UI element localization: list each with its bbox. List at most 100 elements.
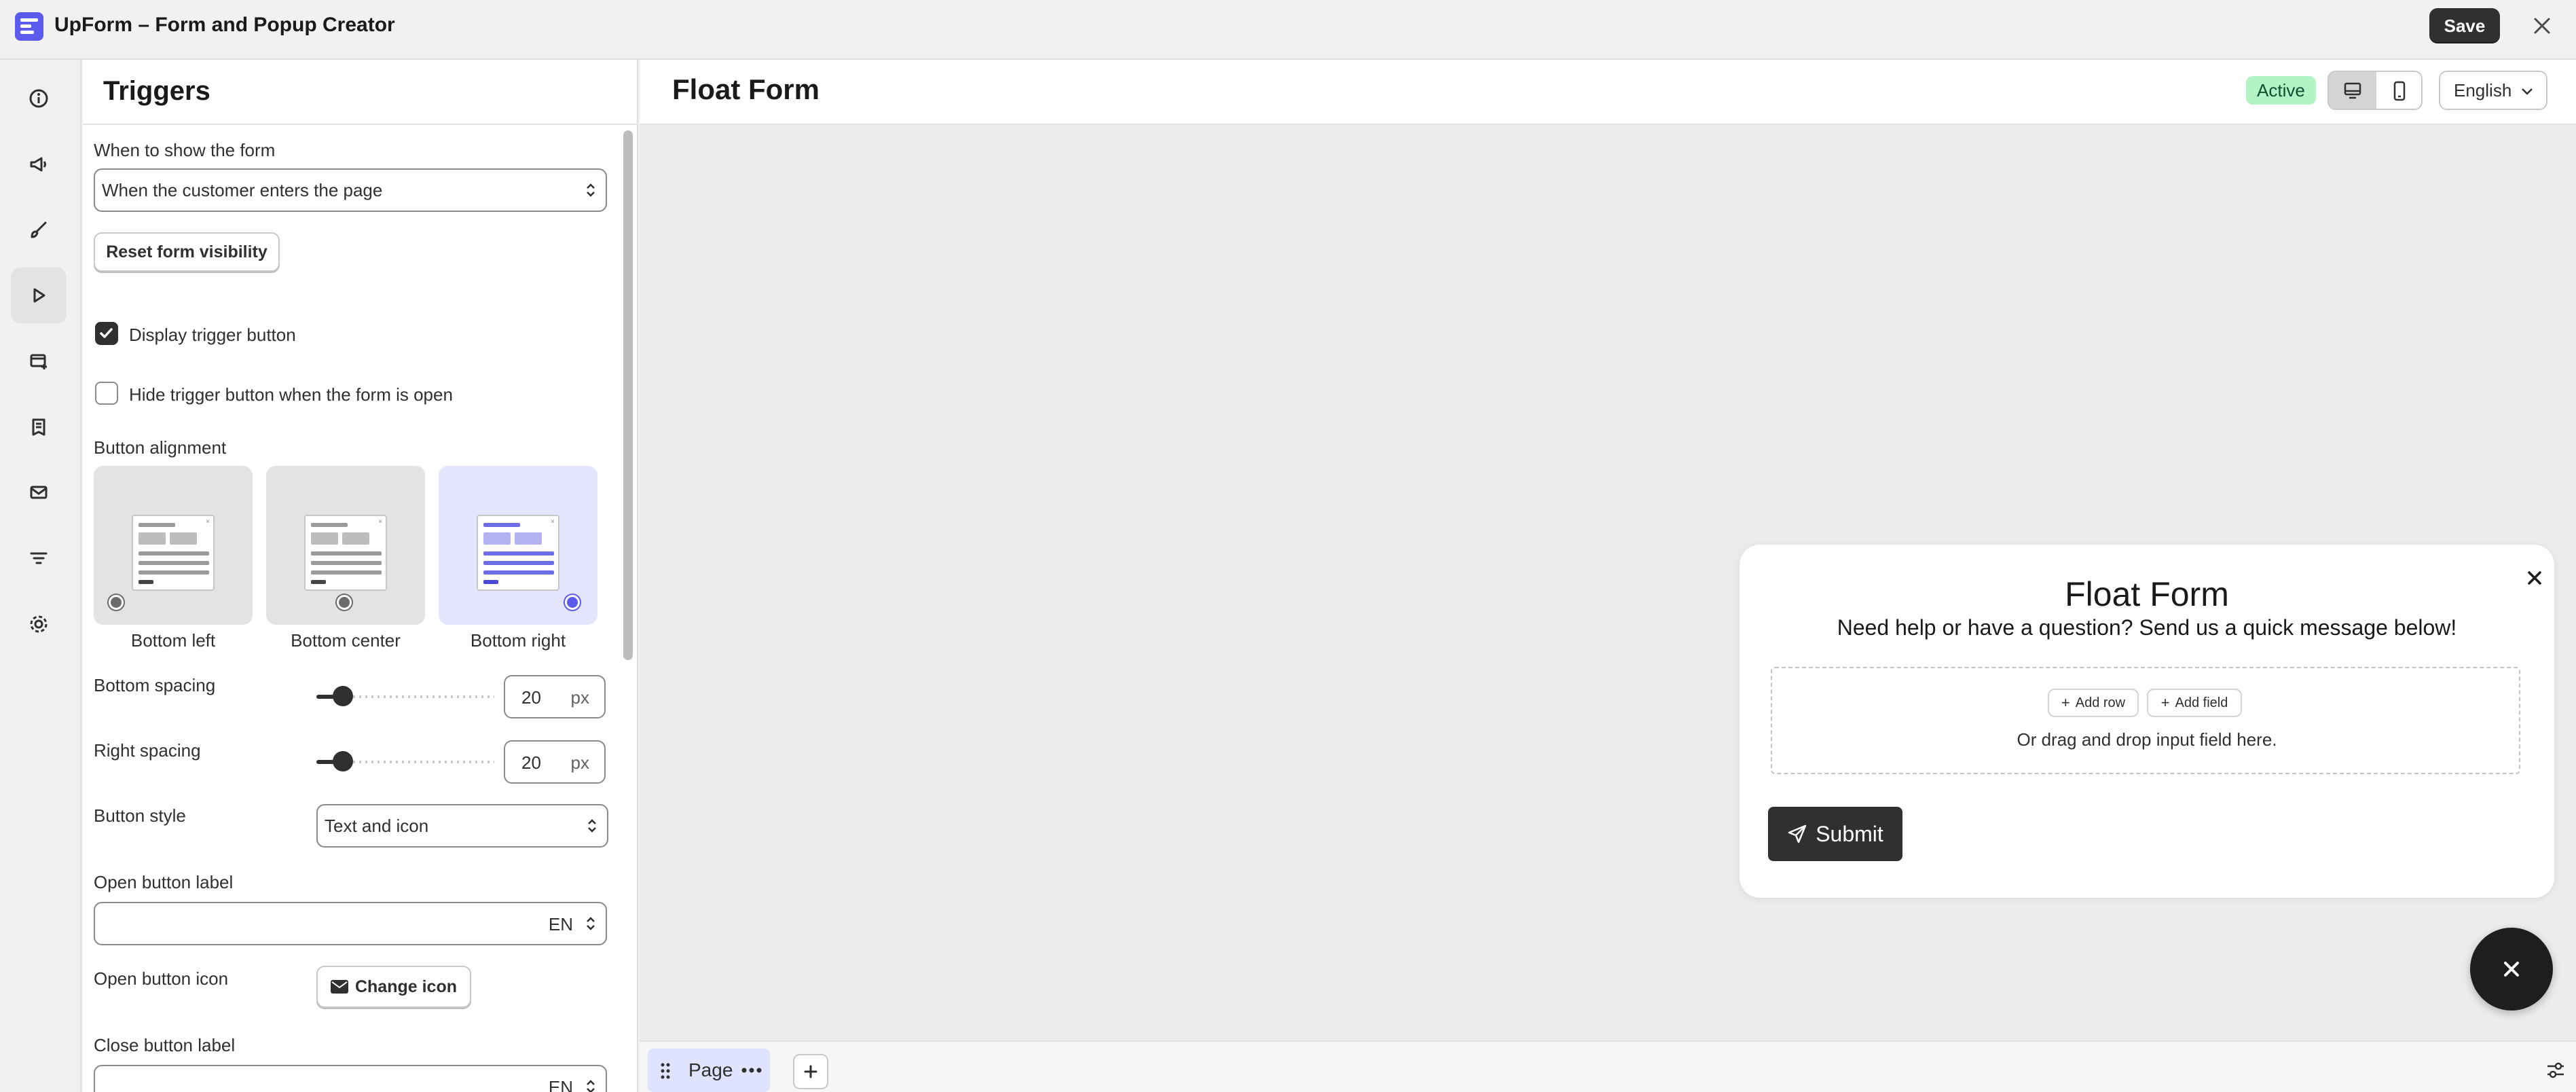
mobile-icon[interactable] <box>2376 72 2421 109</box>
button-style-label: Button style <box>94 805 186 826</box>
trigger-dot-icon <box>109 595 124 610</box>
desktop-icon[interactable] <box>2329 72 2376 109</box>
close-label-lang: EN <box>548 1077 573 1092</box>
canvas-header: Float Form Active English <box>640 60 2576 125</box>
save-button[interactable]: Save <box>2429 8 2500 43</box>
open-icon-label: Open button icon <box>94 968 229 989</box>
page-bar: Page <box>640 1040 2576 1092</box>
align-bottom-right-label: Bottom right <box>470 630 566 651</box>
align-bottom-right-card[interactable]: × <box>439 466 597 625</box>
add-field-button[interactable]: + Add field <box>2147 689 2242 717</box>
change-icon-button[interactable]: Change icon <box>316 966 471 1008</box>
align-bottom-center-card[interactable]: × <box>266 466 425 625</box>
mail-icon[interactable] <box>11 465 67 520</box>
align-bottom-center-label: Bottom center <box>291 630 401 651</box>
panel-header: Triggers <box>83 60 637 125</box>
float-form-subtitle: Need help or have a question? Send us a … <box>1837 615 2457 640</box>
language-select[interactable]: English <box>2439 71 2547 110</box>
align-bottom-left-card[interactable]: × <box>94 466 253 625</box>
display-trigger-label: Display trigger button <box>129 325 296 345</box>
app-logo-icon <box>15 12 43 41</box>
trigger-dot-icon <box>337 595 352 610</box>
preview-canvas: Float Form Active English Float Form Nee… <box>640 60 2576 1092</box>
plus-icon: + <box>2061 694 2070 711</box>
send-icon <box>1788 824 1807 843</box>
page-tab-label: Page <box>688 1059 733 1080</box>
trigger-fab-button[interactable] <box>2470 928 2553 1011</box>
display-trigger-checkbox[interactable] <box>95 322 118 345</box>
select-chevron-icon <box>588 819 596 833</box>
bottom-spacing-value: 20 <box>521 687 541 708</box>
plus-icon: + <box>2160 694 2170 711</box>
megaphone-icon[interactable] <box>11 136 67 192</box>
brush-icon[interactable] <box>11 202 67 258</box>
open-label-label: Open button label <box>94 872 234 892</box>
gear-icon[interactable] <box>11 596 67 652</box>
language-value: English <box>2454 79 2512 101</box>
when-label: When to show the form <box>94 140 276 160</box>
icon-rail <box>0 60 81 1092</box>
right-spacing-label: Right spacing <box>94 740 201 761</box>
play-icon[interactable] <box>11 268 67 323</box>
trigger-dot-icon <box>565 595 580 610</box>
more-icon[interactable] <box>741 1068 762 1073</box>
bottom-spacing-label: Bottom spacing <box>94 675 216 695</box>
unit-label: px <box>570 752 589 773</box>
field-drop-zone[interactable]: + Add row + Add field Or drag and drop i… <box>1771 667 2520 774</box>
open-label-input[interactable]: EN <box>94 902 607 945</box>
select-chevron-icon <box>587 917 595 930</box>
panel-title: Triggers <box>103 76 210 106</box>
plus-icon <box>804 1065 817 1078</box>
when-select[interactable]: When the customer enters the page <box>94 168 607 212</box>
device-toggle <box>2327 71 2423 110</box>
align-bottom-left-label: Bottom left <box>130 630 216 651</box>
submit-label: Submit <box>1816 821 1883 846</box>
add-field-label: Add field <box>2175 695 2228 710</box>
add-page-button[interactable] <box>793 1054 828 1089</box>
hide-trigger-checkbox[interactable] <box>95 382 118 405</box>
drop-hint: Or drag and drop input field here. <box>2017 729 2277 750</box>
hide-trigger-label: Hide trigger button when the form is ope… <box>129 384 453 405</box>
add-row-button[interactable]: + Add row <box>2048 689 2139 717</box>
page-tab[interactable]: Page <box>648 1049 770 1092</box>
sliders-icon[interactable] <box>2541 1055 2571 1085</box>
triggers-panel: Triggers When to show the form When the … <box>83 60 638 1092</box>
open-label-lang: EN <box>548 914 573 934</box>
select-chevron-icon <box>587 183 595 197</box>
close-label-label: Close button label <box>94 1035 236 1055</box>
top-bar: UpForm – Form and Popup Creator Save <box>0 0 2576 60</box>
right-spacing-thumb[interactable] <box>333 751 353 771</box>
form-title: Float Form <box>672 73 820 105</box>
bottom-spacing-thumb[interactable] <box>333 686 353 706</box>
check-icon <box>100 328 113 338</box>
button-style-value: Text and icon <box>325 815 429 836</box>
receipt-icon[interactable] <box>11 399 67 455</box>
envelope-icon <box>330 980 348 994</box>
forms-icon[interactable] <box>11 333 67 389</box>
select-chevron-icon <box>587 1080 595 1092</box>
button-style-select[interactable]: Text and icon <box>316 804 608 848</box>
float-form-title: Float Form <box>2065 575 2229 613</box>
close-icon[interactable] <box>2528 12 2556 39</box>
close-label-input[interactable]: EN <box>94 1065 607 1092</box>
submit-button[interactable]: Submit <box>1768 807 1902 861</box>
when-select-value: When the customer enters the page <box>102 179 383 200</box>
close-icon <box>2504 962 2519 977</box>
panel-scrollbar[interactable] <box>623 130 633 660</box>
add-row-label: Add row <box>2075 695 2126 710</box>
app-title: UpForm – Form and Popup Creator <box>54 14 395 36</box>
status-badge: Active <box>2246 76 2316 105</box>
drag-handle-icon[interactable] <box>660 1062 671 1080</box>
alignment-label: Button alignment <box>94 437 227 458</box>
right-spacing-value: 20 <box>521 752 541 773</box>
reset-visibility-button[interactable]: Reset form visibility <box>94 232 280 272</box>
unit-label: px <box>570 687 589 708</box>
float-form-preview: Float Form Need help or have a question?… <box>1740 545 2554 898</box>
info-icon[interactable] <box>11 71 67 126</box>
close-icon[interactable] <box>2524 568 2545 588</box>
bottom-spacing-input[interactable]: 20 px <box>504 675 606 718</box>
right-spacing-input[interactable]: 20 px <box>504 740 606 784</box>
change-icon-label: Change icon <box>354 977 457 996</box>
filter-icon[interactable] <box>11 530 67 586</box>
chevron-down-icon <box>2522 88 2533 95</box>
